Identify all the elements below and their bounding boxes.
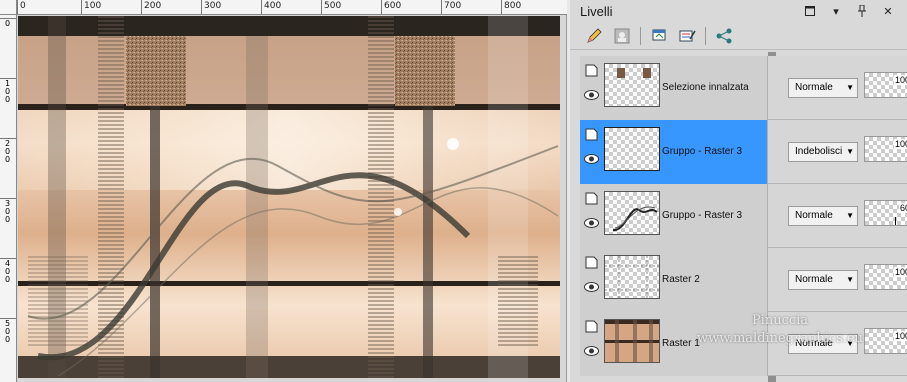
layer-name-area[interactable]: Raster 2 [580, 248, 768, 312]
dropdown-arrow-icon: ▼ [846, 83, 854, 92]
ruler-corner [0, 0, 17, 15]
layer-row[interactable]: Raster 2 Normale ▼ 100 [580, 248, 907, 312]
ruler-label: 100 [5, 79, 11, 104]
edit-pencil-icon[interactable] [584, 26, 604, 46]
layer-row[interactable]: Gruppo - Raster 3 Indebolisci▼ 100 [580, 120, 907, 184]
blend-mode-select[interactable]: Normale ▼ [788, 78, 858, 98]
layer-edit-icon[interactable] [677, 26, 697, 46]
dropdown-arrow-icon: ▼ [846, 211, 854, 220]
layers-list: ▸ Selezione innalzata Normale▼ 100 Grupp… [570, 52, 907, 382]
visibility-eye-icon[interactable] [584, 90, 599, 100]
artwork-image[interactable] [18, 16, 560, 378]
blend-mode-select[interactable]: Normale ▼ [788, 270, 858, 290]
layer-name: Selezione innalzata [662, 82, 749, 93]
layer-page-icon[interactable] [585, 128, 598, 141]
layer-name: Gruppo - Raster 3 [662, 210, 743, 221]
ruler-label: 600 [384, 1, 402, 11]
layer-name-area[interactable]: Gruppo - Raster 3 [580, 184, 768, 248]
layer-properties-icon[interactable] [649, 26, 669, 46]
ruler-label: 200 [144, 1, 162, 11]
ruler-label: 500 [5, 319, 11, 344]
maximize-icon[interactable] [803, 4, 817, 18]
layers-panel: Livelli ▾ ✕ ▸ [570, 0, 907, 382]
layer-name: Gruppo - Raster 3 [662, 146, 743, 157]
blend-mode-select[interactable]: Normale ▼ [788, 334, 858, 354]
visibility-eye-icon[interactable] [584, 218, 599, 228]
ruler-label: 800 [504, 1, 522, 11]
ruler-label: 300 [5, 199, 11, 224]
dropdown-arrow-icon: ▼ [846, 339, 854, 348]
blend-mode-value: Indebolisci [795, 146, 843, 157]
opacity-control[interactable]: 100 [864, 264, 907, 290]
toolbar-separator [705, 26, 706, 45]
layer-row[interactable]: Gruppo - Raster 3 Normale ▼ 60 [580, 184, 907, 248]
layer-name: Raster 2 [662, 274, 700, 285]
visibility-eye-icon[interactable] [584, 154, 599, 164]
blend-mode-select[interactable]: Normale ▼ [788, 206, 858, 226]
opacity-control[interactable]: 100 [864, 72, 907, 98]
layer-name-area[interactable]: Gruppo - Raster 3 [580, 120, 768, 184]
share-link-icon[interactable] [714, 26, 734, 46]
blend-mode-value: Normale [795, 338, 833, 349]
dropdown-arrow-icon[interactable]: ▾ [829, 4, 843, 18]
panel-title: Livelli [580, 3, 613, 19]
ruler-label: 0 [5, 19, 11, 28]
layer-page-icon[interactable] [585, 192, 598, 205]
ruler-label: 500 [324, 1, 342, 11]
visibility-eye-icon[interactable] [584, 282, 599, 292]
dropdown-arrow-icon: ▼ [846, 275, 854, 284]
opacity-value: 100 [893, 139, 907, 149]
layer-thumbnail [604, 319, 660, 363]
dropdown-arrow-icon: ▼ [846, 147, 854, 156]
opacity-value: 100 [893, 267, 907, 277]
opacity-control[interactable]: 60 [864, 200, 907, 226]
opacity-value: 100 [893, 75, 907, 85]
layer-thumbnail [604, 255, 660, 299]
layer-page-icon[interactable] [585, 320, 598, 333]
layer-thumbnail [604, 127, 660, 171]
layer-name: Raster 1 [662, 338, 700, 349]
layer-row[interactable]: Selezione innalzata Normale ▼ 100 [580, 56, 907, 120]
layer-thumbnail [604, 63, 660, 107]
close-icon[interactable]: ✕ [881, 4, 895, 18]
layer-name-area[interactable]: Selezione innalzata [580, 56, 768, 120]
vertical-ruler: 0 100 200 300 400 500 [0, 15, 17, 382]
ruler-label: 200 [5, 139, 11, 164]
layer-thumbnail [604, 191, 660, 235]
opacity-control[interactable]: 100 [864, 328, 907, 354]
ruler-label: 300 [204, 1, 222, 11]
layer-page-icon[interactable] [585, 64, 598, 77]
opacity-value: 100 [893, 331, 907, 341]
layers-panel-header: Livelli ▾ ✕ [570, 0, 907, 22]
ruler-label: 400 [5, 259, 11, 284]
visibility-eye-icon[interactable] [584, 346, 599, 356]
opacity-value: 60 [898, 203, 907, 213]
opacity-slider-marker[interactable] [895, 217, 896, 225]
toolbar-separator [640, 26, 641, 45]
layers-toolbar [570, 22, 907, 50]
layer-name-area[interactable]: Raster 1 [580, 312, 768, 376]
horizontal-ruler: 0 100 200 300 400 500 600 700 800 [17, 0, 567, 15]
pin-icon[interactable] [855, 4, 869, 18]
canvas-area[interactable]: 0 100 200 300 400 500 600 700 800 0 100 … [0, 0, 567, 382]
layer-row[interactable]: Raster 1 Normale ▼ 100 [580, 312, 907, 376]
blend-mode-value: Normale [795, 274, 833, 285]
ruler-label: 400 [264, 1, 282, 11]
opacity-control[interactable]: 100 [864, 136, 907, 162]
blend-mode-value: Normale [795, 210, 833, 221]
blend-mode-select[interactable]: Indebolisci ▼ [788, 142, 858, 162]
ruler-label: 100 [84, 1, 102, 11]
ruler-label: 0 [20, 1, 26, 11]
layer-page-icon[interactable] [585, 256, 598, 269]
mask-icon[interactable] [612, 26, 632, 46]
ruler-label: 700 [444, 1, 462, 11]
blend-mode-value: Normale [795, 82, 833, 93]
